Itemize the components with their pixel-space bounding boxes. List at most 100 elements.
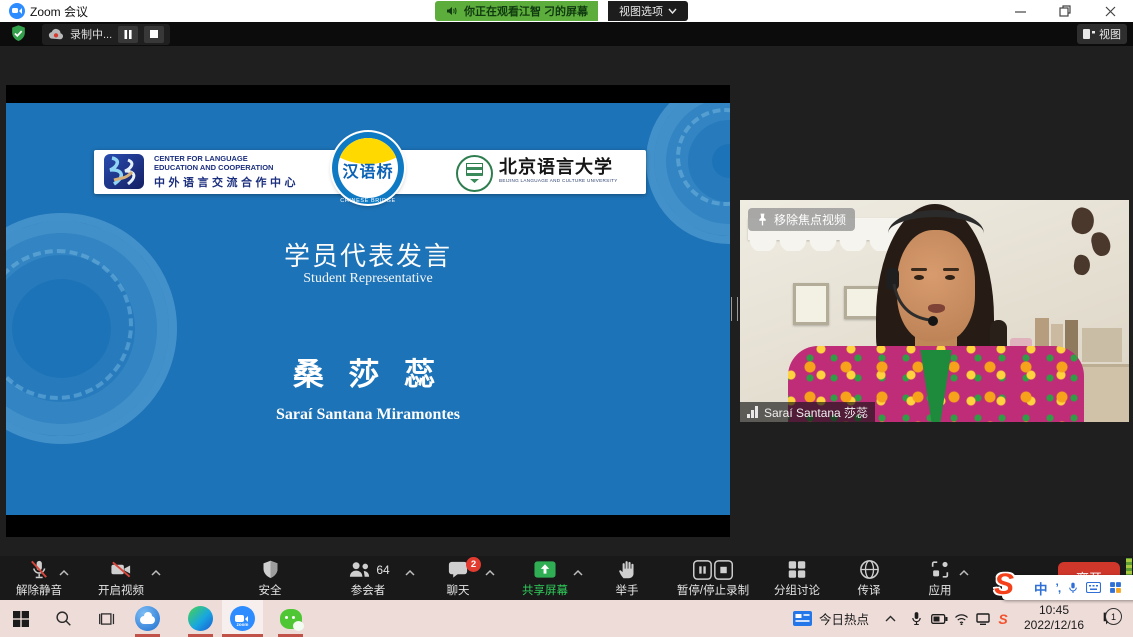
share-screen-icon — [532, 558, 558, 581]
view-layout-button[interactable]: 视图 — [1077, 24, 1127, 44]
zoom-app-icon — [9, 3, 25, 19]
headset-mic-boom — [890, 280, 950, 330]
windows-taskbar: zoom 今日热点 — [0, 600, 1133, 637]
running-app-underline — [188, 634, 213, 637]
close-button[interactable] — [1088, 0, 1132, 22]
apps-options-chevron[interactable] — [958, 564, 970, 582]
security-shield-icon[interactable] — [9, 24, 28, 48]
clec-logo — [104, 154, 144, 189]
browser-app-icon — [135, 606, 160, 631]
ime-voice-icon[interactable] — [1068, 581, 1078, 595]
tray-display-icon[interactable] — [972, 600, 994, 637]
interpretation-button[interactable]: 传译 — [846, 556, 892, 600]
windows-logo-icon — [13, 611, 29, 627]
view-layout-icon — [1083, 29, 1095, 39]
blcu-name-en: BEIJING LANGUAGE AND CULTURE UNIVERSITY — [499, 178, 618, 183]
pin-icon — [757, 213, 768, 226]
chinese-bridge-logo: 汉语桥 CHINESE BRIDGE — [332, 132, 404, 204]
slide-title-cn: 学员代表发言 — [6, 236, 730, 273]
slide-title-en: Student Representative — [6, 271, 730, 287]
tray-show-hidden-icons[interactable] — [880, 600, 900, 637]
tray-battery-icon[interactable] — [928, 600, 950, 637]
camera-muted-icon — [108, 558, 134, 581]
ime-toolbox-icon[interactable] — [1109, 581, 1122, 594]
taskbar-search-button[interactable] — [50, 600, 76, 637]
ime-custom-phrase-icon[interactable]: ’, — [1056, 581, 1061, 595]
picture-frame — [793, 283, 829, 325]
taskbar-wechat-app[interactable] — [278, 600, 303, 637]
window-title: Zoom 会议 — [30, 3, 88, 20]
participants-icon — [346, 558, 373, 581]
ime-mode-indicator[interactable]: 中 — [1034, 578, 1048, 598]
start-button[interactable] — [8, 600, 34, 637]
speaker-name-cn: 桑 莎 蕊 — [6, 349, 730, 394]
sogou-ime-bar[interactable]: S 中 ’, — [1002, 575, 1133, 600]
microphone-muted-icon — [27, 558, 51, 581]
share-screen-button[interactable]: 共享屏幕 — [512, 556, 578, 600]
tray-network-icon[interactable] — [950, 600, 972, 637]
clec-name-cn: 中外语言交流合作中心 — [154, 174, 299, 190]
tray-sogou-icon[interactable]: S — [993, 600, 1013, 637]
video-options-chevron[interactable] — [150, 564, 162, 582]
clock-date: 2022/12/16 — [1018, 618, 1090, 633]
zoom-app-icon: zoom — [230, 606, 255, 631]
pause-stop-recording-button[interactable]: 暂停/停止录制 — [670, 556, 756, 600]
meeting-toolbar: 解除静音 开启视频 安全 64 参会者 聊天 2 共享屏幕 — [0, 556, 1133, 600]
participants-options-chevron[interactable] — [404, 564, 416, 582]
wall-decor — [1069, 206, 1097, 237]
taskbar-clock[interactable]: 10:45 2022/12/16 — [1018, 603, 1090, 633]
chat-options-chevron[interactable] — [484, 564, 496, 582]
recording-indicator: 录制中... — [42, 24, 170, 45]
focused-video-tile[interactable]: 移除焦点视频 Saraí Santana 莎蕊 — [740, 200, 1129, 422]
monitor-icon — [976, 613, 990, 625]
raised-hand-icon — [616, 558, 638, 581]
action-center-button[interactable]: 1 — [1095, 600, 1125, 637]
mute-options-chevron[interactable] — [58, 564, 70, 582]
aztec-medallion-watermark-right — [646, 103, 730, 244]
chat-button[interactable]: 聊天 2 — [432, 556, 484, 600]
chat-unread-badge: 2 — [466, 557, 481, 572]
taskbar-browser-app[interactable] — [135, 600, 160, 637]
share-options-chevron[interactable] — [572, 564, 584, 582]
participant-name-tag: Saraí Santana 莎蕊 — [740, 402, 875, 422]
pause-recording-button[interactable] — [118, 26, 138, 43]
shelf-item — [1082, 328, 1122, 362]
chevron-up-icon — [885, 615, 896, 622]
tray-microphone-icon[interactable] — [906, 600, 926, 637]
restore-button[interactable] — [1043, 0, 1087, 22]
ime-keyboard-icon[interactable] — [1086, 582, 1101, 593]
meeting-top-strip: 录制中... 视图 — [0, 22, 1133, 46]
news-hotspot-button[interactable]: 今日热点 — [793, 600, 869, 637]
microphone-icon — [911, 611, 922, 626]
taskbar-edge-app[interactable] — [188, 600, 213, 637]
stop-recording-button[interactable] — [144, 26, 164, 43]
panel-resize-handle[interactable] — [731, 297, 738, 321]
participants-button[interactable]: 64 参会者 — [336, 556, 400, 600]
clec-name-en: CENTER FOR LANGUAGE EDUCATION AND COOPER… — [154, 155, 273, 172]
blcu-seal-icon — [456, 155, 493, 192]
presentation-slide: CENTER FOR LANGUAGE EDUCATION AND COOPER… — [6, 103, 730, 515]
apps-button[interactable]: 应用 — [916, 556, 964, 600]
globe-icon — [858, 558, 881, 581]
apps-icon — [929, 558, 951, 581]
cloud-recording-icon — [48, 28, 64, 40]
search-icon — [55, 610, 72, 627]
minimize-button[interactable] — [998, 0, 1042, 22]
raise-hand-button[interactable]: 举手 — [602, 556, 652, 600]
clock-time: 10:45 — [1018, 603, 1090, 618]
blcu-name-cn: 北京语言大学 — [499, 153, 639, 179]
audio-level-icon — [747, 406, 759, 418]
speaker-name-en: Saraí Santana Miramontes — [6, 406, 730, 424]
shared-screen-region: CENTER FOR LANGUAGE EDUCATION AND COOPER… — [6, 85, 730, 537]
view-options-dropdown[interactable]: 视图选项 — [608, 1, 688, 21]
pause-stop-icons — [692, 559, 734, 581]
start-video-button[interactable]: 开启视频 — [90, 556, 152, 600]
taskbar-zoom-app[interactable]: zoom — [230, 600, 255, 637]
remove-spotlight-button[interactable]: 移除焦点视频 — [748, 208, 855, 231]
breakout-rooms-button[interactable]: 分组讨论 — [768, 556, 826, 600]
participant-name: Saraí Santana 莎蕊 — [764, 404, 868, 421]
sogou-logo-icon[interactable]: S — [994, 568, 1014, 602]
security-button[interactable]: 安全 — [246, 556, 294, 600]
task-view-button[interactable] — [94, 600, 120, 637]
headset-band — [888, 210, 984, 257]
